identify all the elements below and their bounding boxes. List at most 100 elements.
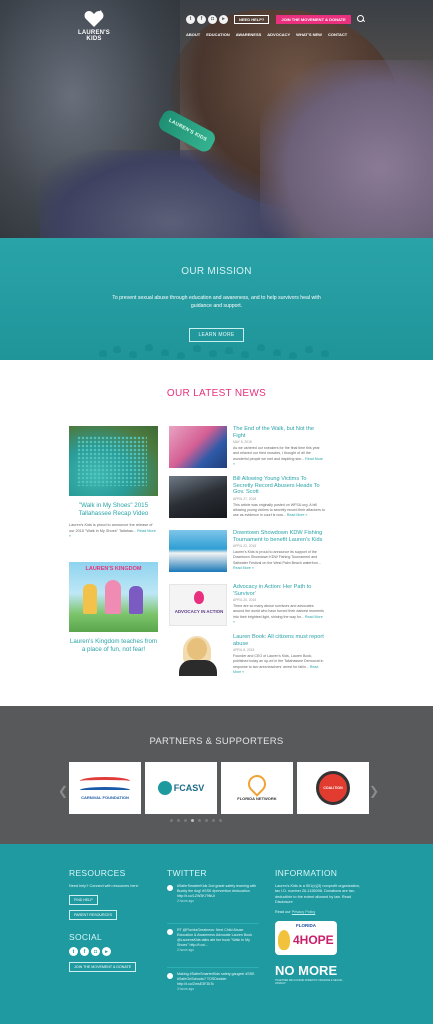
tweet[interactable]: #SaferSmarterKids 2nd grade safety learn… xyxy=(167,884,259,924)
news-thumb[interactable] xyxy=(169,530,227,572)
news-item-title[interactable]: Advocacy in Action: Her Path to 'Survivo… xyxy=(233,584,325,597)
news-thumb[interactable] xyxy=(169,634,227,676)
information-column: INFORMATION Lauren's Kids is a 501(c)(3)… xyxy=(275,868,365,985)
youtube-icon[interactable]: ▸ xyxy=(219,14,228,24)
join-donate-button[interactable]: JOIN THE MOVEMENT & DONATE xyxy=(69,962,137,973)
news-item[interactable]: The End of the Walk, but Not the Fight M… xyxy=(169,426,324,472)
carousel-dot[interactable] xyxy=(170,819,173,822)
carousel-dot[interactable] xyxy=(212,819,215,822)
nav-awareness[interactable]: AWARENESS xyxy=(236,32,262,37)
news-item-excerpt: Founder and CEO of Lauren's Kids, Lauren… xyxy=(233,654,324,674)
logo-text: LAUREN'S KIDS xyxy=(77,30,111,42)
join-donate-button[interactable]: JOIN THE MOVEMENT & DONATE xyxy=(276,14,351,24)
heart-outline-icon xyxy=(244,771,270,797)
privacy-policy-link[interactable]: Privacy Policy xyxy=(292,910,316,914)
carousel-dot[interactable] xyxy=(184,819,187,822)
top-bar: t f ◘ ▸ NEED HELP? JOIN THE MOVEMENT & D… xyxy=(186,14,365,24)
carousel-dot[interactable] xyxy=(205,819,208,822)
carousel-dot[interactable] xyxy=(219,819,222,822)
news-title: OUR LATEST NEWS xyxy=(166,388,267,399)
information-title: INFORMATION xyxy=(275,868,338,878)
hero-hoodie xyxy=(260,60,433,238)
twitter-icon[interactable]: t xyxy=(69,947,78,957)
news-item[interactable]: Bill Allowing Young Victims To Secretly … xyxy=(169,476,325,522)
news-item-excerpt: Lauren's Kids is proud to announce its s… xyxy=(233,550,321,570)
tweet[interactable]: Making #SaferSmarterKids safety gauges! … xyxy=(167,972,259,1012)
news-item-date: MAY 5, 2015 xyxy=(233,440,252,445)
news-item-title[interactable]: Bill Allowing Young Victims To Secretly … xyxy=(233,476,325,496)
news-item-title[interactable]: Downtown Showdown KDW Fishing Tournament… xyxy=(233,530,325,543)
carousel-dot-active[interactable] xyxy=(191,819,194,822)
find-help-button[interactable]: FIND HELP xyxy=(69,895,98,906)
partner-logo-florida-network[interactable]: FLORIDA NETWORK xyxy=(221,762,293,814)
partner-name: COALITION xyxy=(316,771,350,805)
tweet-text: #SaferSmarterKids 2nd grade safety learn… xyxy=(177,884,257,898)
news-item[interactable]: Downtown Showdown KDW Fishing Tournament… xyxy=(169,530,324,576)
twitter-icon[interactable]: t xyxy=(186,14,195,24)
florida-4hope-plate[interactable]: FLORIDA 4HOPE xyxy=(275,921,337,956)
fcasv-emblem-icon xyxy=(157,781,172,795)
news-item-date: APRIL 27, 2015 xyxy=(233,496,257,501)
search-icon[interactable] xyxy=(356,15,365,23)
resources-text: Need help? Connect with resources here: xyxy=(69,884,139,888)
need-help-button[interactable]: NEED HELP? xyxy=(234,14,270,24)
resources-column: RESOURCES Need help? Connect with resour… xyxy=(69,868,159,973)
partner-logo-carnival[interactable]: CARNIVAL FOUNDATION xyxy=(69,762,141,814)
news-thumb[interactable] xyxy=(169,476,227,518)
news-thumb[interactable]: ADVOCACY IN ACTION xyxy=(169,584,227,626)
partner-name: FLORIDA NETWORK xyxy=(237,796,277,801)
facebook-icon[interactable]: f xyxy=(197,14,206,24)
partner-logo-fcasv[interactable]: FCASV xyxy=(145,762,217,814)
news-item-excerpt: This article was originally posted on WF… xyxy=(233,502,325,518)
laurens-kingdom-image[interactable]: LAUREN'S KINGDOM xyxy=(69,562,158,632)
walk-photo[interactable] xyxy=(69,426,158,496)
youtube-icon[interactable]: ▸ xyxy=(102,947,111,957)
nav-education[interactable]: EDUCATION xyxy=(206,32,229,37)
nav-advocacy[interactable]: ADVOCACY xyxy=(267,32,290,37)
plate-text: 4HOPE xyxy=(293,933,334,948)
social-icons: t f ◘ ▸ xyxy=(69,947,159,957)
tweet-text: Making #SaferSmarterKids safety gauges! … xyxy=(177,972,255,986)
social-title: SOCIAL xyxy=(69,932,102,943)
news-item[interactable]: Lauren Book: All citizens must report ab… xyxy=(169,634,324,680)
parent-resources-button[interactable]: PARENT RESOURCES xyxy=(69,910,118,921)
news-item-excerpt: There are so many abuse survivors and ad… xyxy=(233,604,324,624)
featured-post-title[interactable]: Lauren's Kingdom teaches from a place of… xyxy=(69,638,158,654)
news-item-title[interactable]: Lauren Book: All citizens must report ab… xyxy=(233,634,325,647)
mission-section: OUR MISSION To prevent sexual abuse thro… xyxy=(0,238,433,360)
nav-whats-new[interactable]: WHAT'S NEW xyxy=(296,32,322,37)
featured-post-title[interactable]: "Walk in My Shoes" 2015 Tallahassee Reca… xyxy=(69,502,158,518)
news-item-title[interactable]: The End of the Walk, but Not the Fight xyxy=(233,426,325,439)
tweet-time: 2 hours ago xyxy=(177,899,194,903)
read-more-link[interactable]: Read More » xyxy=(287,513,308,517)
partners-section: PARTNERS & SUPPORTERS ❮ ❯ CARNIVAL FOUND… xyxy=(0,706,433,844)
laurens-kingdom-image-text: LAUREN'S KINGDOM xyxy=(85,566,142,572)
tweet[interactable]: RT @FloridaGreatness: Next Child Abuse E… xyxy=(167,928,259,968)
butterflies-decoration xyxy=(95,340,335,359)
site-logo[interactable]: LAUREN'S KIDS xyxy=(72,10,116,42)
tweet-time: 3 hours ago xyxy=(177,987,194,991)
news-item-date: APRIL 20, 2015 xyxy=(233,598,257,603)
read-more-link[interactable]: Read More » xyxy=(233,566,254,570)
nomore-logo[interactable]: NO MORE xyxy=(275,963,365,978)
news-item-date: APRIL 22, 2015 xyxy=(233,544,257,549)
carousel-dots xyxy=(170,819,222,822)
twitter-bird-icon xyxy=(167,973,173,979)
featured-post[interactable]: LAUREN'S KINGDOM Lauren's Kingdom teache… xyxy=(69,562,158,654)
instagram-icon[interactable]: ◘ xyxy=(91,947,100,957)
carousel-dot[interactable] xyxy=(177,819,180,822)
news-item[interactable]: ADVOCACY IN ACTION Advocacy in Action: H… xyxy=(169,584,324,630)
carousel-dot[interactable] xyxy=(198,819,201,822)
nav-about[interactable]: ABOUT xyxy=(186,32,200,37)
partner-logo-coalition[interactable]: COALITION xyxy=(297,762,369,814)
heart-logo-icon xyxy=(84,10,104,28)
partner-name: FCASV xyxy=(173,783,205,793)
featured-post[interactable]: "Walk in My Shoes" 2015 Tallahassee Reca… xyxy=(69,426,158,540)
featured-post-excerpt: Lauren's Kids is proud to announce the r… xyxy=(69,523,156,538)
nav-contact[interactable]: CONTACT xyxy=(328,32,347,37)
facebook-icon[interactable]: f xyxy=(80,947,89,957)
twitter-column: TWITTER #SaferSmarterKids 2nd grade safe… xyxy=(167,868,259,1012)
partners-carousel: CARNIVAL FOUNDATION FCASV FLORIDA NETWOR… xyxy=(55,762,378,814)
news-thumb[interactable] xyxy=(169,426,227,468)
instagram-icon[interactable]: ◘ xyxy=(208,14,217,24)
